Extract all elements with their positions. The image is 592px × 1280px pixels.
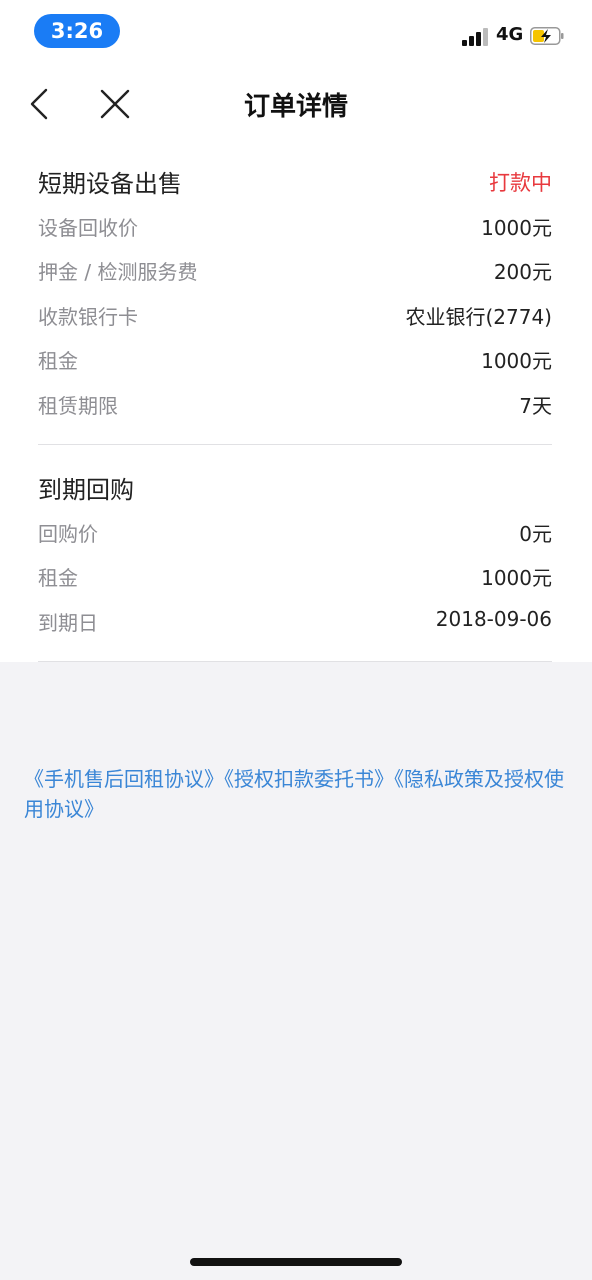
info-row: 设备回收价 1000元 <box>38 212 552 242</box>
order-detail-card: 短期设备出售 打款中 设备回收价 1000元 押金 / 检测服务费 200元 收… <box>0 148 592 662</box>
screen: 3:26 4G 订单详情 短期设备出售 打款中 设备回收价 1000元 押金 /… <box>0 0 592 1280</box>
info-row: 收款银行卡 农业银行(2774) <box>38 301 552 331</box>
info-row: 押金 / 检测服务费 200元 <box>38 256 552 286</box>
home-indicator[interactable] <box>190 1258 402 1266</box>
status-badge: 打款中 <box>489 171 552 195</box>
row-label: 到期日 <box>38 611 98 635</box>
row-value: 1000元 <box>481 566 552 590</box>
agreement-links: 《手机售后回租协议》《授权扣款委托书》《隐私政策及授权使用协议》 <box>24 764 564 824</box>
info-row: 租金 1000元 <box>38 562 552 592</box>
section-divider <box>38 661 552 662</box>
row-value: 7天 <box>519 394 552 418</box>
row-value: 200元 <box>493 260 552 284</box>
battery-charging-icon <box>530 27 564 45</box>
row-label: 收款银行卡 <box>38 305 138 329</box>
row-value: 2018-09-06 <box>435 607 552 631</box>
row-value: 0元 <box>519 522 552 546</box>
info-row: 租赁期限 7天 <box>38 390 552 420</box>
row-value: 1000元 <box>481 216 552 240</box>
row-label: 设备回收价 <box>38 216 138 240</box>
nav-bar: 订单详情 <box>0 60 592 148</box>
info-row: 回购价 0元 <box>38 518 552 548</box>
buyback-section-title: 到期回购 <box>38 476 134 504</box>
info-row: 到期日 2018-09-06 <box>38 607 552 637</box>
page-title: 订单详情 <box>243 92 348 122</box>
row-label: 押金 / 检测服务费 <box>38 260 198 284</box>
row-value: 1000元 <box>481 349 552 373</box>
rental-agreement-link[interactable]: 《手机售后回租协议》 <box>24 767 224 791</box>
signal-icon <box>462 28 490 46</box>
row-label: 回购价 <box>38 522 98 546</box>
debit-authorization-link[interactable]: 《授权扣款委托书》 <box>224 767 394 791</box>
row-value: 农业银行(2774) <box>405 305 552 329</box>
sale-section-title: 短期设备出售 <box>38 170 182 198</box>
network-label: 4G <box>496 24 524 45</box>
row-label: 租金 <box>38 566 78 590</box>
row-label: 租金 <box>38 349 78 373</box>
status-bar: 3:26 4G <box>0 0 592 60</box>
section-divider <box>38 444 552 445</box>
info-row: 租金 1000元 <box>38 345 552 375</box>
row-label: 租赁期限 <box>38 394 118 418</box>
status-time[interactable]: 3:26 <box>34 14 120 48</box>
